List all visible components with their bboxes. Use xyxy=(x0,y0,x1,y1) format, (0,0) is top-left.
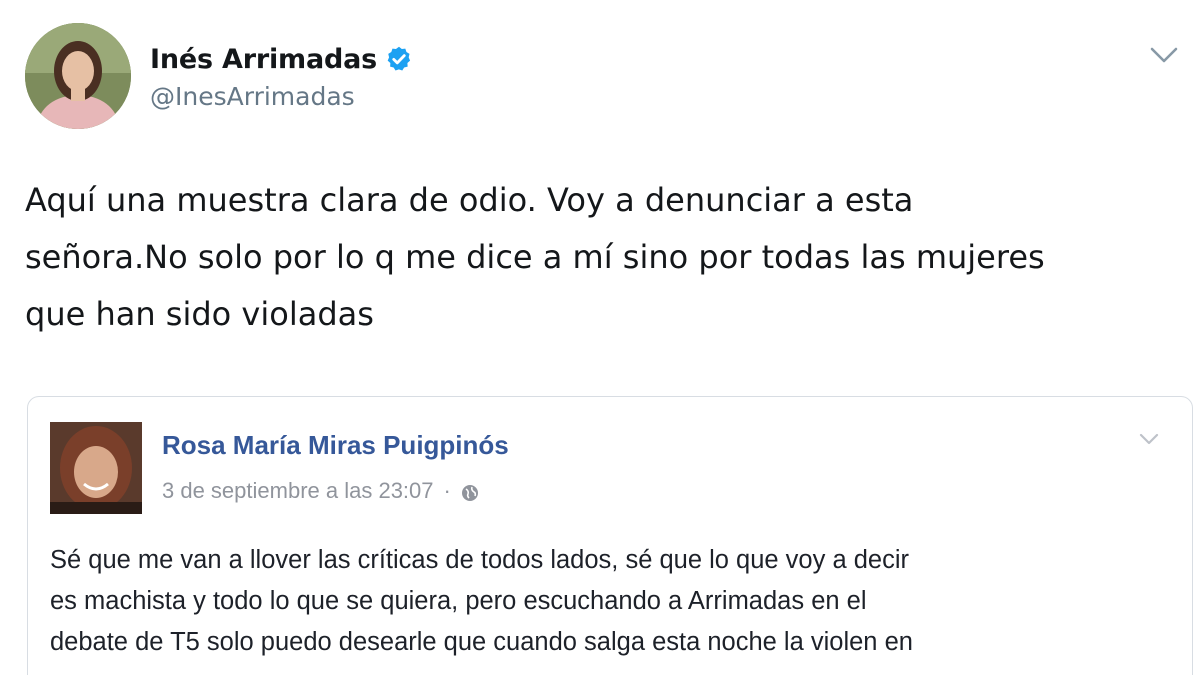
embedded-post-text: Sé que me van a llover las críticas de t… xyxy=(50,540,1170,663)
tweet-text-line: que han sido violadas xyxy=(25,295,374,333)
embedded-post-menu-chevron-down-icon[interactable] xyxy=(1136,428,1162,450)
meta-separator: · xyxy=(443,478,451,503)
embedded-post-text-line: Sé que me van a llover las críticas de t… xyxy=(50,546,909,574)
author-name-row: Inés Arrimadas xyxy=(150,40,413,78)
tweet-screenshot: Inés Arrimadas @InesArrimadas Aquí una m… xyxy=(0,0,1200,675)
embedded-post-text-line: es machista y todo lo que se quiera, per… xyxy=(50,587,867,615)
avatar-photo-icon xyxy=(25,23,131,129)
tweet-text-line: señora.No solo por lo q me dice a mí sin… xyxy=(25,238,1045,276)
embedded-post-timestamp[interactable]: 3 de septiembre a las 23:07 xyxy=(162,478,434,504)
avatar-photo-icon xyxy=(50,422,142,514)
verified-badge-icon xyxy=(385,45,413,73)
tweet-text: Aquí una muestra clara de odio. Voy a de… xyxy=(25,172,1185,343)
author-display-name[interactable]: Inés Arrimadas xyxy=(150,44,377,75)
author-avatar[interactable] xyxy=(25,23,131,129)
tweet-text-line: Aquí una muestra clara de odio. Voy a de… xyxy=(25,181,914,219)
embedded-author-name[interactable]: Rosa María Miras Puigpinós xyxy=(162,430,509,461)
embedded-post-text-line: debate de T5 solo puedo desearle que cua… xyxy=(50,628,913,656)
embedded-author-avatar[interactable] xyxy=(50,422,142,514)
tweet-menu-chevron-down-icon[interactable] xyxy=(1146,40,1182,70)
globe-icon[interactable] xyxy=(461,482,479,501)
embedded-post-meta: 3 de septiembre a las 23:07 · xyxy=(162,478,479,504)
author-handle[interactable]: @InesArrimadas xyxy=(150,82,355,111)
